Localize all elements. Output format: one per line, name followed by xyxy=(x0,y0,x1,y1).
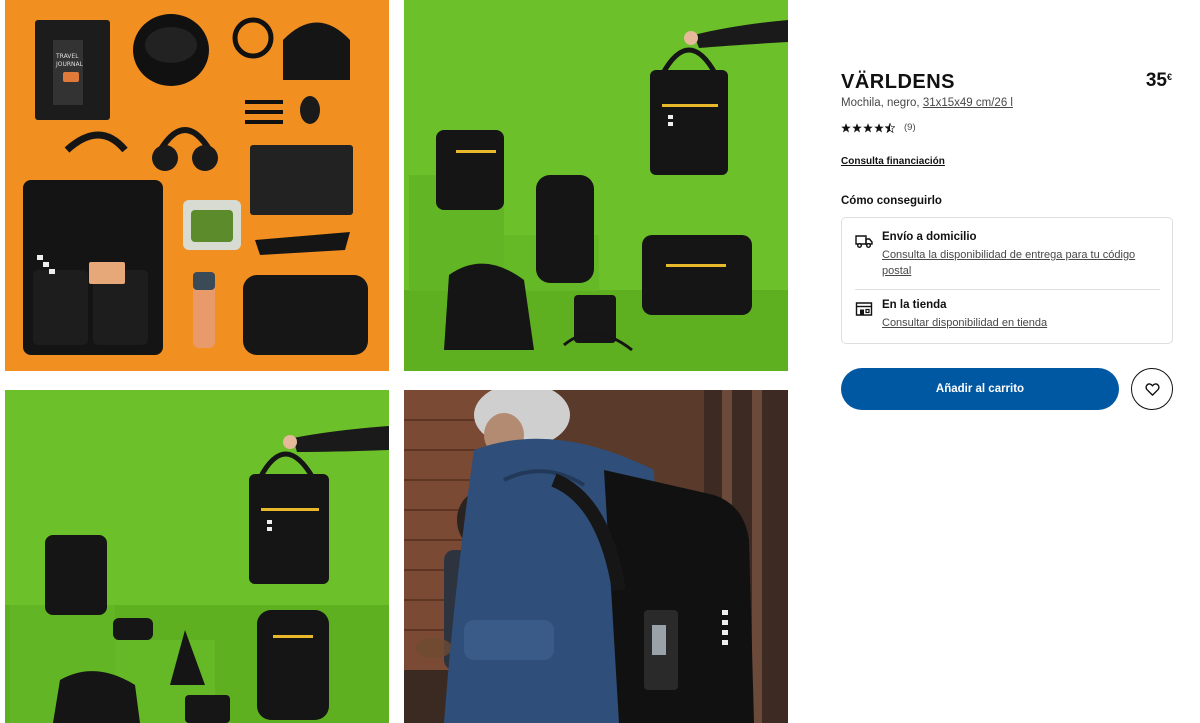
product-rating[interactable]: (9) xyxy=(841,122,916,133)
rating-stars xyxy=(841,122,895,133)
product-info-panel: VÄRLDENS 35€ Mochila, negro, 31x15x49 cm… xyxy=(841,0,1176,723)
delivery-check-link[interactable]: Consulta la disponibilidad de entrega pa… xyxy=(882,247,1162,279)
star-full-icon xyxy=(874,122,884,132)
star-full-icon xyxy=(841,122,851,132)
store-icon xyxy=(855,302,873,316)
add-to-cart-button[interactable]: Añadir al carrito xyxy=(841,368,1119,410)
svg-text:TRAVEL: TRAVEL xyxy=(55,53,79,60)
delivery-title: Envío a domicilio xyxy=(882,231,977,243)
store-check-link[interactable]: Consultar disponibilidad en tienda xyxy=(882,315,1162,331)
heart-icon xyxy=(1144,382,1160,396)
favorite-button[interactable] xyxy=(1131,368,1173,410)
divider xyxy=(855,289,1160,290)
product-flatlay-photo[interactable]: TRAVEL JOURNAL xyxy=(5,0,389,371)
review-count: (9) xyxy=(904,122,916,133)
product-price: 35€ xyxy=(1146,70,1172,92)
product-name: VÄRLDENS xyxy=(841,71,956,93)
star-full-icon xyxy=(863,122,873,132)
availability-box: Envío a domicilio Consulta la disponibil… xyxy=(841,217,1173,344)
price-currency: € xyxy=(1166,72,1172,82)
financing-link[interactable]: Consulta financiación xyxy=(841,156,945,167)
star-full-icon xyxy=(852,122,862,132)
product-description: Mochila, negro, 31x15x49 cm/26 l xyxy=(841,97,1013,109)
product-range-photo-1[interactable] xyxy=(404,0,788,371)
product-gallery: TRAVEL JOURNAL xyxy=(0,0,800,723)
price-value: 35 xyxy=(1145,70,1167,91)
product-range-photo-2[interactable] xyxy=(5,390,389,723)
store-title: En la tienda xyxy=(882,299,947,311)
availability-heading: Cómo conseguirlo xyxy=(841,195,942,207)
lifestyle-photo[interactable] xyxy=(404,390,788,723)
description-text: Mochila, negro, xyxy=(841,97,923,109)
truck-icon xyxy=(855,235,873,248)
measure-link[interactable]: 31x15x49 cm/26 l xyxy=(923,97,1013,109)
star-half-icon xyxy=(885,122,895,133)
svg-text:JOURNAL: JOURNAL xyxy=(55,61,84,68)
